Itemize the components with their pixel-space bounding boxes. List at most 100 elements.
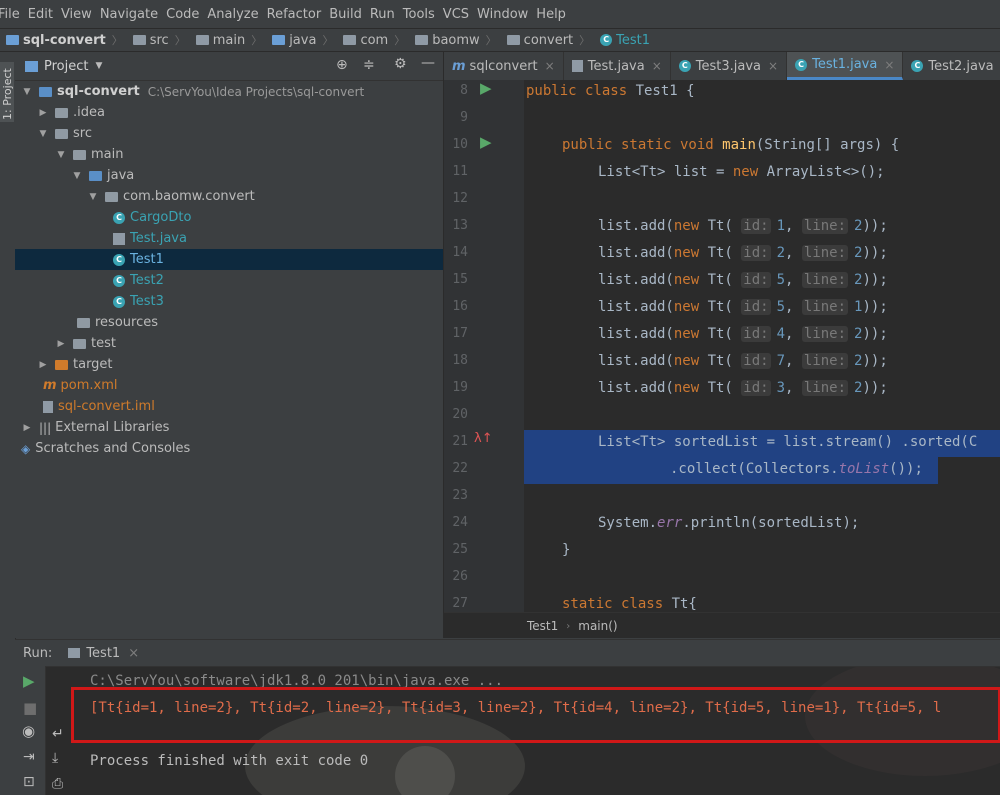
tree-item[interactable]: C Test3 bbox=[15, 291, 443, 312]
editor-tab[interactable]: C Test3.java × bbox=[671, 52, 788, 80]
collapsed-arrow-icon[interactable]: ▶ bbox=[21, 423, 33, 433]
stop-icon[interactable]: ■ bbox=[23, 699, 37, 717]
soft-wrap-icon[interactable]: ↵ bbox=[52, 726, 64, 742]
code-number: 1 bbox=[776, 218, 786, 234]
menu-item-analyze[interactable]: Analyze bbox=[207, 7, 258, 22]
nav-crumb-label: sql-convert bbox=[23, 32, 106, 48]
close-icon[interactable]: × bbox=[545, 59, 555, 73]
folder-icon bbox=[89, 170, 102, 181]
collapsed-arrow-icon[interactable]: ▶ bbox=[37, 108, 49, 118]
tree-item[interactable]: ▼ com.baomw.convert bbox=[15, 186, 443, 207]
menu-item-refactor[interactable]: Refactor bbox=[267, 7, 322, 22]
project-panel-title[interactable]: Project bbox=[44, 59, 88, 74]
tree-item[interactable]: ▼ sql-convert C:\ServYou\Idea Projects\sql… bbox=[15, 81, 443, 102]
nav-crumb[interactable]: convert 〉 bbox=[501, 32, 590, 48]
tree-item[interactable]: resources bbox=[15, 312, 443, 333]
close-icon[interactable]: × bbox=[884, 58, 894, 72]
run-method-icon[interactable]: ▶ bbox=[480, 133, 492, 151]
tree-item[interactable]: ▶ .idea bbox=[15, 102, 443, 123]
code-token: Test1 { bbox=[635, 83, 695, 99]
tree-item[interactable]: ▼ main bbox=[15, 144, 443, 165]
collapsed-arrow-icon[interactable]: ▶ bbox=[55, 339, 67, 349]
code-token: err bbox=[657, 515, 683, 531]
editor-tab[interactable]: C Test1.java × bbox=[787, 52, 904, 80]
hide-icon[interactable]: — bbox=[421, 55, 435, 71]
breadcrumb-class[interactable]: Test1 bbox=[527, 619, 558, 633]
tree-item[interactable]: ▶ test bbox=[15, 333, 443, 354]
menu-item-run[interactable]: Run bbox=[370, 7, 395, 22]
param-hint: id: bbox=[741, 299, 771, 315]
lambda-marker-icon[interactable]: λ↑ bbox=[474, 431, 493, 446]
close-icon[interactable]: × bbox=[128, 646, 139, 661]
exit-icon[interactable]: ⇥ bbox=[23, 749, 35, 765]
tree-item[interactable]: C Test1 bbox=[15, 249, 443, 270]
folder-icon bbox=[55, 359, 68, 370]
nav-crumb[interactable]: src 〉 bbox=[127, 32, 186, 48]
editor-tab[interactable]: CTest2.java× bbox=[903, 52, 1000, 80]
tree-item[interactable]: C CargoDto bbox=[15, 207, 443, 228]
camera-icon[interactable]: ◉ bbox=[22, 722, 35, 740]
menu-item-file[interactable]: File bbox=[0, 7, 20, 22]
nav-crumb[interactable]: baomw 〉 bbox=[409, 32, 497, 48]
code-token: new bbox=[673, 326, 708, 342]
tree-item[interactable]: ▼ src bbox=[15, 123, 443, 144]
module-file-icon bbox=[43, 400, 53, 413]
tree-item[interactable]: ◈ Scratches and Consoles bbox=[15, 438, 443, 459]
editor-tab[interactable]: Test.java × bbox=[564, 52, 671, 80]
menu-item-tools[interactable]: Tools bbox=[403, 7, 435, 22]
nav-crumb[interactable]: java 〉 bbox=[266, 32, 333, 48]
menu-item-build[interactable]: Build bbox=[329, 7, 362, 22]
run-class-icon[interactable]: ▶ bbox=[480, 79, 492, 97]
nav-crumb[interactable]: C Test1 bbox=[594, 33, 650, 48]
code-token: )); bbox=[862, 272, 888, 288]
rerun-icon[interactable]: ▶ bbox=[23, 672, 35, 690]
java-file-icon bbox=[571, 60, 583, 72]
close-icon[interactable]: × bbox=[652, 59, 662, 73]
editor-tab[interactable]: m sqlconvert × bbox=[444, 52, 564, 80]
expanded-arrow-icon[interactable]: ▼ bbox=[37, 129, 49, 139]
tree-item[interactable]: ▶ ||| External Libraries bbox=[15, 417, 443, 438]
menu-item-vcs[interactable]: VCS bbox=[443, 7, 469, 22]
tree-item[interactable]: ▶ target bbox=[15, 354, 443, 375]
scroll-to-end-icon[interactable]: ⤓ bbox=[52, 750, 58, 766]
chevron-down-icon[interactable]: ▼ bbox=[95, 61, 102, 71]
nav-crumb[interactable]: com 〉 bbox=[337, 32, 405, 48]
line-number: 8 bbox=[460, 83, 468, 98]
locate-icon[interactable]: ⊕ bbox=[336, 57, 348, 73]
tree-item[interactable]: sql-convert.iml bbox=[15, 396, 443, 417]
nav-crumb[interactable]: sql-convert 〉 bbox=[0, 32, 123, 48]
menu-item-help[interactable]: Help bbox=[536, 7, 566, 22]
run-tab-test1[interactable]: Test1 bbox=[86, 646, 120, 661]
nav-crumb[interactable]: main 〉 bbox=[190, 32, 262, 48]
collapse-all-icon[interactable]: ≑ bbox=[363, 57, 375, 73]
expanded-arrow-icon[interactable]: ▼ bbox=[55, 150, 67, 160]
collapsed-arrow-icon[interactable]: ▶ bbox=[37, 360, 49, 370]
param-hint: id: bbox=[741, 245, 771, 261]
tree-item[interactable]: ▼ java bbox=[15, 165, 443, 186]
menu-item-edit[interactable]: Edit bbox=[28, 7, 53, 22]
expanded-arrow-icon[interactable]: ▼ bbox=[21, 87, 33, 97]
menu-item-view[interactable]: View bbox=[61, 7, 92, 22]
expanded-arrow-icon[interactable]: ▼ bbox=[87, 192, 99, 202]
gear-icon[interactable]: ⚙ bbox=[394, 56, 407, 72]
code-line: list.add(new Tt( id: 3, line: 2)); bbox=[598, 380, 888, 396]
tree-item-label: test bbox=[91, 336, 116, 351]
nav-crumb-label: convert bbox=[523, 32, 574, 48]
restore-layout-icon[interactable]: ⊡ bbox=[23, 774, 35, 790]
tree-item[interactable]: m pom.xml bbox=[15, 375, 443, 396]
line-number: 11 bbox=[452, 164, 468, 179]
line-number: 27 bbox=[452, 596, 468, 611]
tree-item[interactable]: Test.java bbox=[15, 228, 443, 249]
menu-item-navigate[interactable]: Navigate bbox=[100, 7, 158, 22]
project-tool-tab[interactable]: 1: Project bbox=[0, 62, 14, 122]
print-icon[interactable]: ⎙ bbox=[52, 776, 63, 792]
tree-item[interactable]: C Test2 bbox=[15, 270, 443, 291]
editor-tab-label: Test3.java bbox=[695, 58, 762, 74]
expanded-arrow-icon[interactable]: ▼ bbox=[71, 171, 83, 181]
menu-item-window[interactable]: Window bbox=[477, 7, 528, 22]
breadcrumb-method[interactable]: main() bbox=[578, 619, 617, 633]
code-area[interactable]: public class Test1 {public static void m… bbox=[524, 80, 1000, 612]
line-number: 19 bbox=[452, 380, 468, 395]
menu-item-code[interactable]: Code bbox=[166, 7, 199, 22]
close-icon[interactable]: × bbox=[768, 59, 778, 73]
